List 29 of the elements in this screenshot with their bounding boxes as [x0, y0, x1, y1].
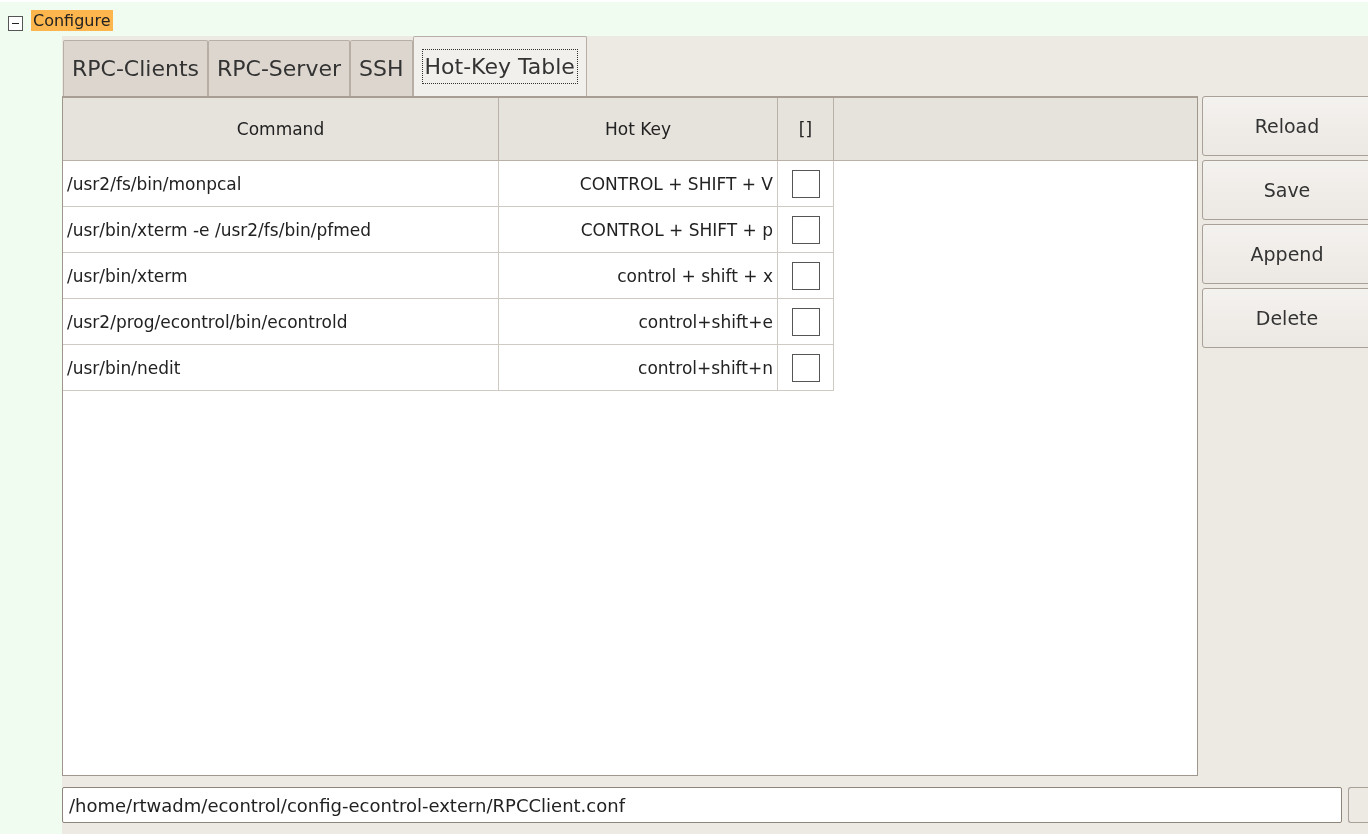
table-cell: control+shift+n: [499, 345, 778, 391]
table-cell: /usr/bin/xterm: [63, 253, 499, 299]
tab[interactable]: RPC-Clients: [63, 40, 208, 96]
table-cell: control + shift + x: [499, 253, 778, 299]
action-button[interactable]: Delete: [1202, 288, 1368, 348]
action-button[interactable]: Save: [1202, 160, 1368, 220]
checkbox[interactable]: [791, 215, 820, 244]
tab[interactable]: RPC-Server: [208, 40, 350, 96]
table-cell: CONTROL + SHIFT + V: [499, 161, 778, 207]
table-cell: /usr/bin/nedit: [63, 345, 499, 391]
table-cell: /usr2/prog/econtrol/bin/econtrold: [63, 299, 499, 345]
table-cell: /usr2/fs/bin/monpcal: [63, 161, 499, 207]
action-button[interactable]: Reload: [1202, 96, 1368, 156]
tab[interactable]: Hot-Key Table: [412, 36, 587, 96]
checkbox[interactable]: [791, 353, 820, 382]
table-cell: CONTROL + SHIFT + p: [499, 207, 778, 253]
tab[interactable]: SSH: [350, 40, 413, 96]
tree-node-label[interactable]: Configure: [31, 9, 113, 31]
column-header[interactable]: Command: [63, 98, 499, 160]
collapse-icon[interactable]: [8, 15, 23, 31]
checkbox[interactable]: [791, 261, 820, 290]
checkbox[interactable]: [791, 307, 820, 336]
table-cell: /usr/bin/xterm -e /usr2/fs/bin/pfmed: [63, 207, 499, 253]
column-header[interactable]: Hot Key: [499, 98, 778, 160]
action-button[interactable]: Append: [1202, 224, 1368, 284]
path-field[interactable]: /home/rtwadm/econtrol/config-econtrol-extern/RPCClient.conf: [62, 787, 1343, 823]
table-cell: control+shift+e: [499, 299, 778, 345]
checkbox[interactable]: [791, 169, 820, 198]
column-header[interactable]: []: [778, 98, 834, 160]
